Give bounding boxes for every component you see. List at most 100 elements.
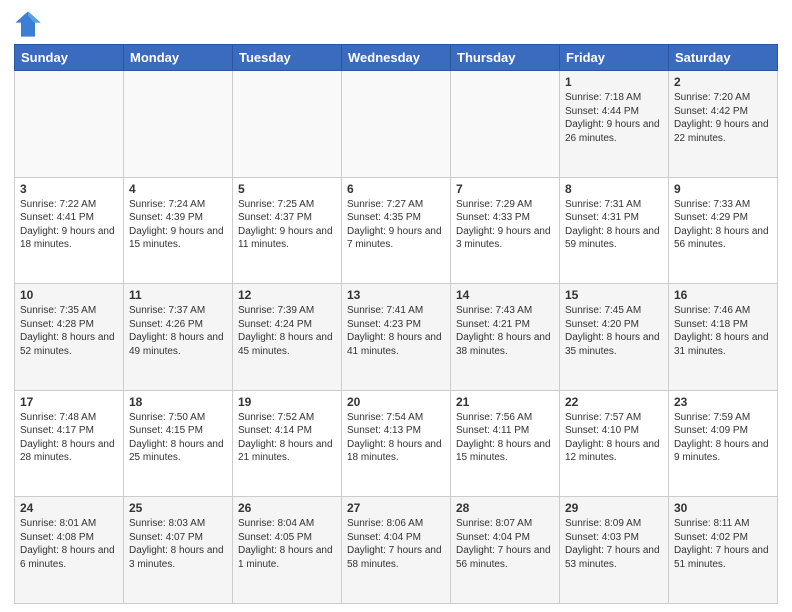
day-info: Sunrise: 7:35 AM Sunset: 4:28 PM Dayligh… — [20, 304, 118, 358]
col-header-saturday: Saturday — [669, 45, 778, 71]
day-number: 23 — [674, 395, 772, 409]
col-header-sunday: Sunday — [15, 45, 124, 71]
day-info: Sunrise: 8:04 AM Sunset: 4:05 PM Dayligh… — [238, 517, 336, 571]
day-cell: 24 Sunrise: 8:01 AM Sunset: 4:08 PM Dayli… — [15, 497, 124, 604]
day-info: Sunrise: 7:39 AM Sunset: 4:24 PM Dayligh… — [238, 304, 336, 358]
day-number: 30 — [674, 501, 772, 515]
day-cell: 8 Sunrise: 7:31 AM Sunset: 4:31 PM Daylig… — [560, 177, 669, 284]
week-row-0: 1Sunrise: 7:18 AM Sunset: 4:44 PM Daylig… — [15, 71, 778, 178]
day-number: 15 — [565, 288, 663, 302]
day-number: 10 — [20, 288, 118, 302]
day-info: Sunrise: 7:31 AM Sunset: 4:31 PM Dayligh… — [565, 198, 663, 252]
day-number: 11 — [129, 288, 227, 302]
week-row-3: 17 Sunrise: 7:48 AM Sunset: 4:17 PM Dayli… — [15, 390, 778, 497]
day-cell — [15, 71, 124, 178]
day-cell: 30Sunrise: 8:11 AM Sunset: 4:02 PM Dayli… — [669, 497, 778, 604]
day-number: 4 — [129, 182, 227, 196]
calendar-table: SundayMondayTuesdayWednesdayThursdayFrid… — [14, 44, 778, 604]
day-info: Sunrise: 7:20 AM Sunset: 4:42 PM Dayligh… — [674, 91, 772, 145]
day-number: 20 — [347, 395, 445, 409]
day-cell: 1Sunrise: 7:18 AM Sunset: 4:44 PM Daylig… — [560, 71, 669, 178]
day-number: 18 — [129, 395, 227, 409]
day-number: 25 — [129, 501, 227, 515]
day-info: Sunrise: 7:50 AM Sunset: 4:15 PM Dayligh… — [129, 411, 227, 465]
day-cell — [124, 71, 233, 178]
header-row: SundayMondayTuesdayWednesdayThursdayFrid… — [15, 45, 778, 71]
logo-icon — [14, 10, 42, 38]
day-number: 3 — [20, 182, 118, 196]
day-cell: 20 Sunrise: 7:54 AM Sunset: 4:13 PM Dayli… — [342, 390, 451, 497]
header — [14, 10, 778, 38]
day-info: Sunrise: 8:03 AM Sunset: 4:07 PM Dayligh… — [129, 517, 227, 571]
day-cell: 4 Sunrise: 7:24 AM Sunset: 4:39 PM Daylig… — [124, 177, 233, 284]
day-number: 29 — [565, 501, 663, 515]
day-number: 28 — [456, 501, 554, 515]
day-info: Sunrise: 7:24 AM Sunset: 4:39 PM Dayligh… — [129, 198, 227, 252]
day-info: Sunrise: 7:54 AM Sunset: 4:13 PM Dayligh… — [347, 411, 445, 465]
day-info: Sunrise: 7:59 AM Sunset: 4:09 PM Dayligh… — [674, 411, 772, 465]
col-header-tuesday: Tuesday — [233, 45, 342, 71]
day-cell — [342, 71, 451, 178]
logo — [14, 10, 46, 38]
day-number: 16 — [674, 288, 772, 302]
day-number: 19 — [238, 395, 336, 409]
day-cell: 28 Sunrise: 8:07 AM Sunset: 4:04 PM Dayli… — [451, 497, 560, 604]
day-info: Sunrise: 7:48 AM Sunset: 4:17 PM Dayligh… — [20, 411, 118, 465]
day-cell — [233, 71, 342, 178]
day-info: Sunrise: 7:57 AM Sunset: 4:10 PM Dayligh… — [565, 411, 663, 465]
day-number: 17 — [20, 395, 118, 409]
day-number: 26 — [238, 501, 336, 515]
week-row-2: 10 Sunrise: 7:35 AM Sunset: 4:28 PM Dayli… — [15, 284, 778, 391]
day-cell: 11 Sunrise: 7:37 AM Sunset: 4:26 PM Dayli… — [124, 284, 233, 391]
col-header-thursday: Thursday — [451, 45, 560, 71]
day-number: 9 — [674, 182, 772, 196]
day-number: 22 — [565, 395, 663, 409]
day-cell: 21Sunrise: 7:56 AM Sunset: 4:11 PM Dayli… — [451, 390, 560, 497]
day-number: 2 — [674, 75, 772, 89]
day-cell: 5 Sunrise: 7:25 AM Sunset: 4:37 PM Daylig… — [233, 177, 342, 284]
day-cell: 22 Sunrise: 7:57 AM Sunset: 4:10 PM Dayli… — [560, 390, 669, 497]
day-cell: 2 Sunrise: 7:20 AM Sunset: 4:42 PM Daylig… — [669, 71, 778, 178]
day-cell: 16Sunrise: 7:46 AM Sunset: 4:18 PM Dayli… — [669, 284, 778, 391]
day-number: 21 — [456, 395, 554, 409]
day-info: Sunrise: 7:37 AM Sunset: 4:26 PM Dayligh… — [129, 304, 227, 358]
day-cell: 27Sunrise: 8:06 AM Sunset: 4:04 PM Dayli… — [342, 497, 451, 604]
day-cell: 3 Sunrise: 7:22 AM Sunset: 4:41 PM Daylig… — [15, 177, 124, 284]
day-cell: 25 Sunrise: 8:03 AM Sunset: 4:07 PM Dayli… — [124, 497, 233, 604]
day-number: 5 — [238, 182, 336, 196]
day-cell: 17 Sunrise: 7:48 AM Sunset: 4:17 PM Dayli… — [15, 390, 124, 497]
day-info: Sunrise: 8:01 AM Sunset: 4:08 PM Dayligh… — [20, 517, 118, 571]
day-cell: 10 Sunrise: 7:35 AM Sunset: 4:28 PM Dayli… — [15, 284, 124, 391]
day-info: Sunrise: 8:09 AM Sunset: 4:03 PM Dayligh… — [565, 517, 663, 571]
day-number: 14 — [456, 288, 554, 302]
day-info: Sunrise: 7:43 AM Sunset: 4:21 PM Dayligh… — [456, 304, 554, 358]
week-row-1: 3 Sunrise: 7:22 AM Sunset: 4:41 PM Daylig… — [15, 177, 778, 284]
day-number: 13 — [347, 288, 445, 302]
day-cell: 9 Sunrise: 7:33 AM Sunset: 4:29 PM Daylig… — [669, 177, 778, 284]
day-info: Sunrise: 7:22 AM Sunset: 4:41 PM Dayligh… — [20, 198, 118, 252]
day-info: Sunrise: 7:25 AM Sunset: 4:37 PM Dayligh… — [238, 198, 336, 252]
day-info: Sunrise: 7:52 AM Sunset: 4:14 PM Dayligh… — [238, 411, 336, 465]
day-cell: 6Sunrise: 7:27 AM Sunset: 4:35 PM Daylig… — [342, 177, 451, 284]
day-info: Sunrise: 7:33 AM Sunset: 4:29 PM Dayligh… — [674, 198, 772, 252]
day-info: Sunrise: 8:07 AM Sunset: 4:04 PM Dayligh… — [456, 517, 554, 571]
day-info: Sunrise: 7:18 AM Sunset: 4:44 PM Dayligh… — [565, 91, 663, 145]
day-number: 6 — [347, 182, 445, 196]
day-number: 24 — [20, 501, 118, 515]
calendar: SundayMondayTuesdayWednesdayThursdayFrid… — [14, 44, 778, 604]
day-cell: 15 Sunrise: 7:45 AM Sunset: 4:20 PM Dayli… — [560, 284, 669, 391]
col-header-wednesday: Wednesday — [342, 45, 451, 71]
day-cell: 23 Sunrise: 7:59 AM Sunset: 4:09 PM Dayli… — [669, 390, 778, 497]
day-cell: 12Sunrise: 7:39 AM Sunset: 4:24 PM Dayli… — [233, 284, 342, 391]
day-cell: 7Sunrise: 7:29 AM Sunset: 4:33 PM Daylig… — [451, 177, 560, 284]
day-cell — [451, 71, 560, 178]
col-header-friday: Friday — [560, 45, 669, 71]
day-cell: 29 Sunrise: 8:09 AM Sunset: 4:03 PM Dayli… — [560, 497, 669, 604]
day-cell: 26 Sunrise: 8:04 AM Sunset: 4:05 PM Dayli… — [233, 497, 342, 604]
day-cell: 19 Sunrise: 7:52 AM Sunset: 4:14 PM Dayli… — [233, 390, 342, 497]
day-cell: 13Sunrise: 7:41 AM Sunset: 4:23 PM Dayli… — [342, 284, 451, 391]
day-number: 27 — [347, 501, 445, 515]
day-number: 7 — [456, 182, 554, 196]
day-info: Sunrise: 7:45 AM Sunset: 4:20 PM Dayligh… — [565, 304, 663, 358]
day-number: 8 — [565, 182, 663, 196]
